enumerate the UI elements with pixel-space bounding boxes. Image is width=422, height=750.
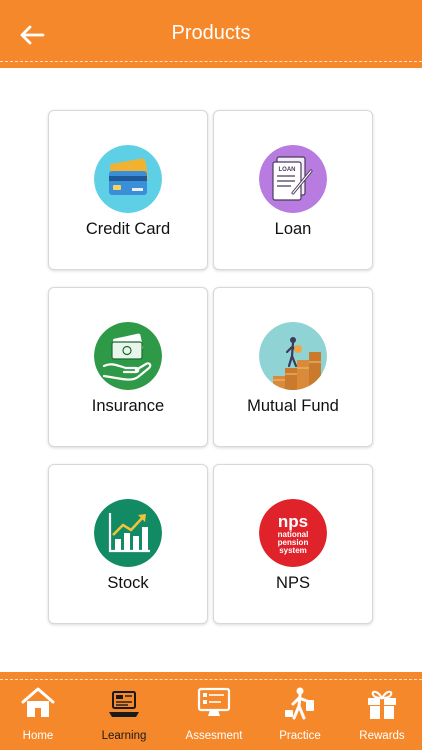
- coin-stairs-icon: [259, 322, 327, 390]
- tab-learning[interactable]: Learning: [82, 682, 166, 748]
- nps-logo-line-system: system: [279, 546, 307, 555]
- tab-label: Practice: [279, 730, 321, 742]
- tab-assesment[interactable]: Assesment: [172, 682, 256, 748]
- assessment-monitor-icon: [197, 687, 231, 716]
- product-label: Credit Card: [85, 220, 171, 238]
- tab-label: Learning: [101, 730, 147, 742]
- tab-practice[interactable]: Practice: [258, 682, 342, 748]
- gift-icon: [368, 690, 396, 719]
- product-label: Stock: [107, 574, 149, 592]
- product-card-stock[interactable]: Stock: [48, 464, 208, 624]
- credit-card-icon: [94, 145, 162, 213]
- tab-rewards[interactable]: Rewards: [340, 682, 422, 748]
- product-card-mutual-fund[interactable]: Mutual Fund: [213, 287, 373, 447]
- loan-icon-text: LOAN: [279, 167, 296, 173]
- product-label: NPS: [276, 574, 310, 592]
- products-grid: Credit Card LOAN Loan Insurance Mutual F…: [48, 110, 374, 624]
- tab-label: Assesment: [185, 730, 243, 742]
- tab-label: Home: [22, 730, 54, 742]
- product-label: Mutual Fund: [247, 397, 339, 415]
- tab-home[interactable]: Home: [0, 682, 80, 748]
- learning-laptop-icon: [109, 691, 139, 717]
- page-title: Products: [171, 22, 251, 44]
- bottom-tab-bar: Home Learning Assesment Practice Rewards: [0, 672, 422, 750]
- product-card-loan[interactable]: LOAN Loan: [213, 110, 373, 270]
- tab-label: Rewards: [359, 730, 405, 742]
- product-card-credit-card[interactable]: Credit Card: [48, 110, 208, 270]
- practice-person-icon: [285, 687, 314, 720]
- home-icon: [21, 687, 55, 717]
- header-stitch-divider: [0, 61, 422, 62]
- product-card-nps[interactable]: nps national pension system NPS: [213, 464, 373, 624]
- nps-logo-text: nps: [278, 512, 308, 531]
- product-label: Loan: [274, 220, 312, 238]
- money-hand-icon: [94, 322, 162, 390]
- bottom-bar-stitch-divider: [0, 679, 422, 680]
- app-header: Products: [0, 0, 422, 68]
- stock-chart-icon: [94, 499, 162, 567]
- product-card-insurance[interactable]: Insurance: [48, 287, 208, 447]
- nps-logo-icon: nps national pension system: [259, 499, 327, 567]
- loan-document-icon: LOAN: [259, 145, 327, 213]
- product-label: Insurance: [91, 397, 165, 415]
